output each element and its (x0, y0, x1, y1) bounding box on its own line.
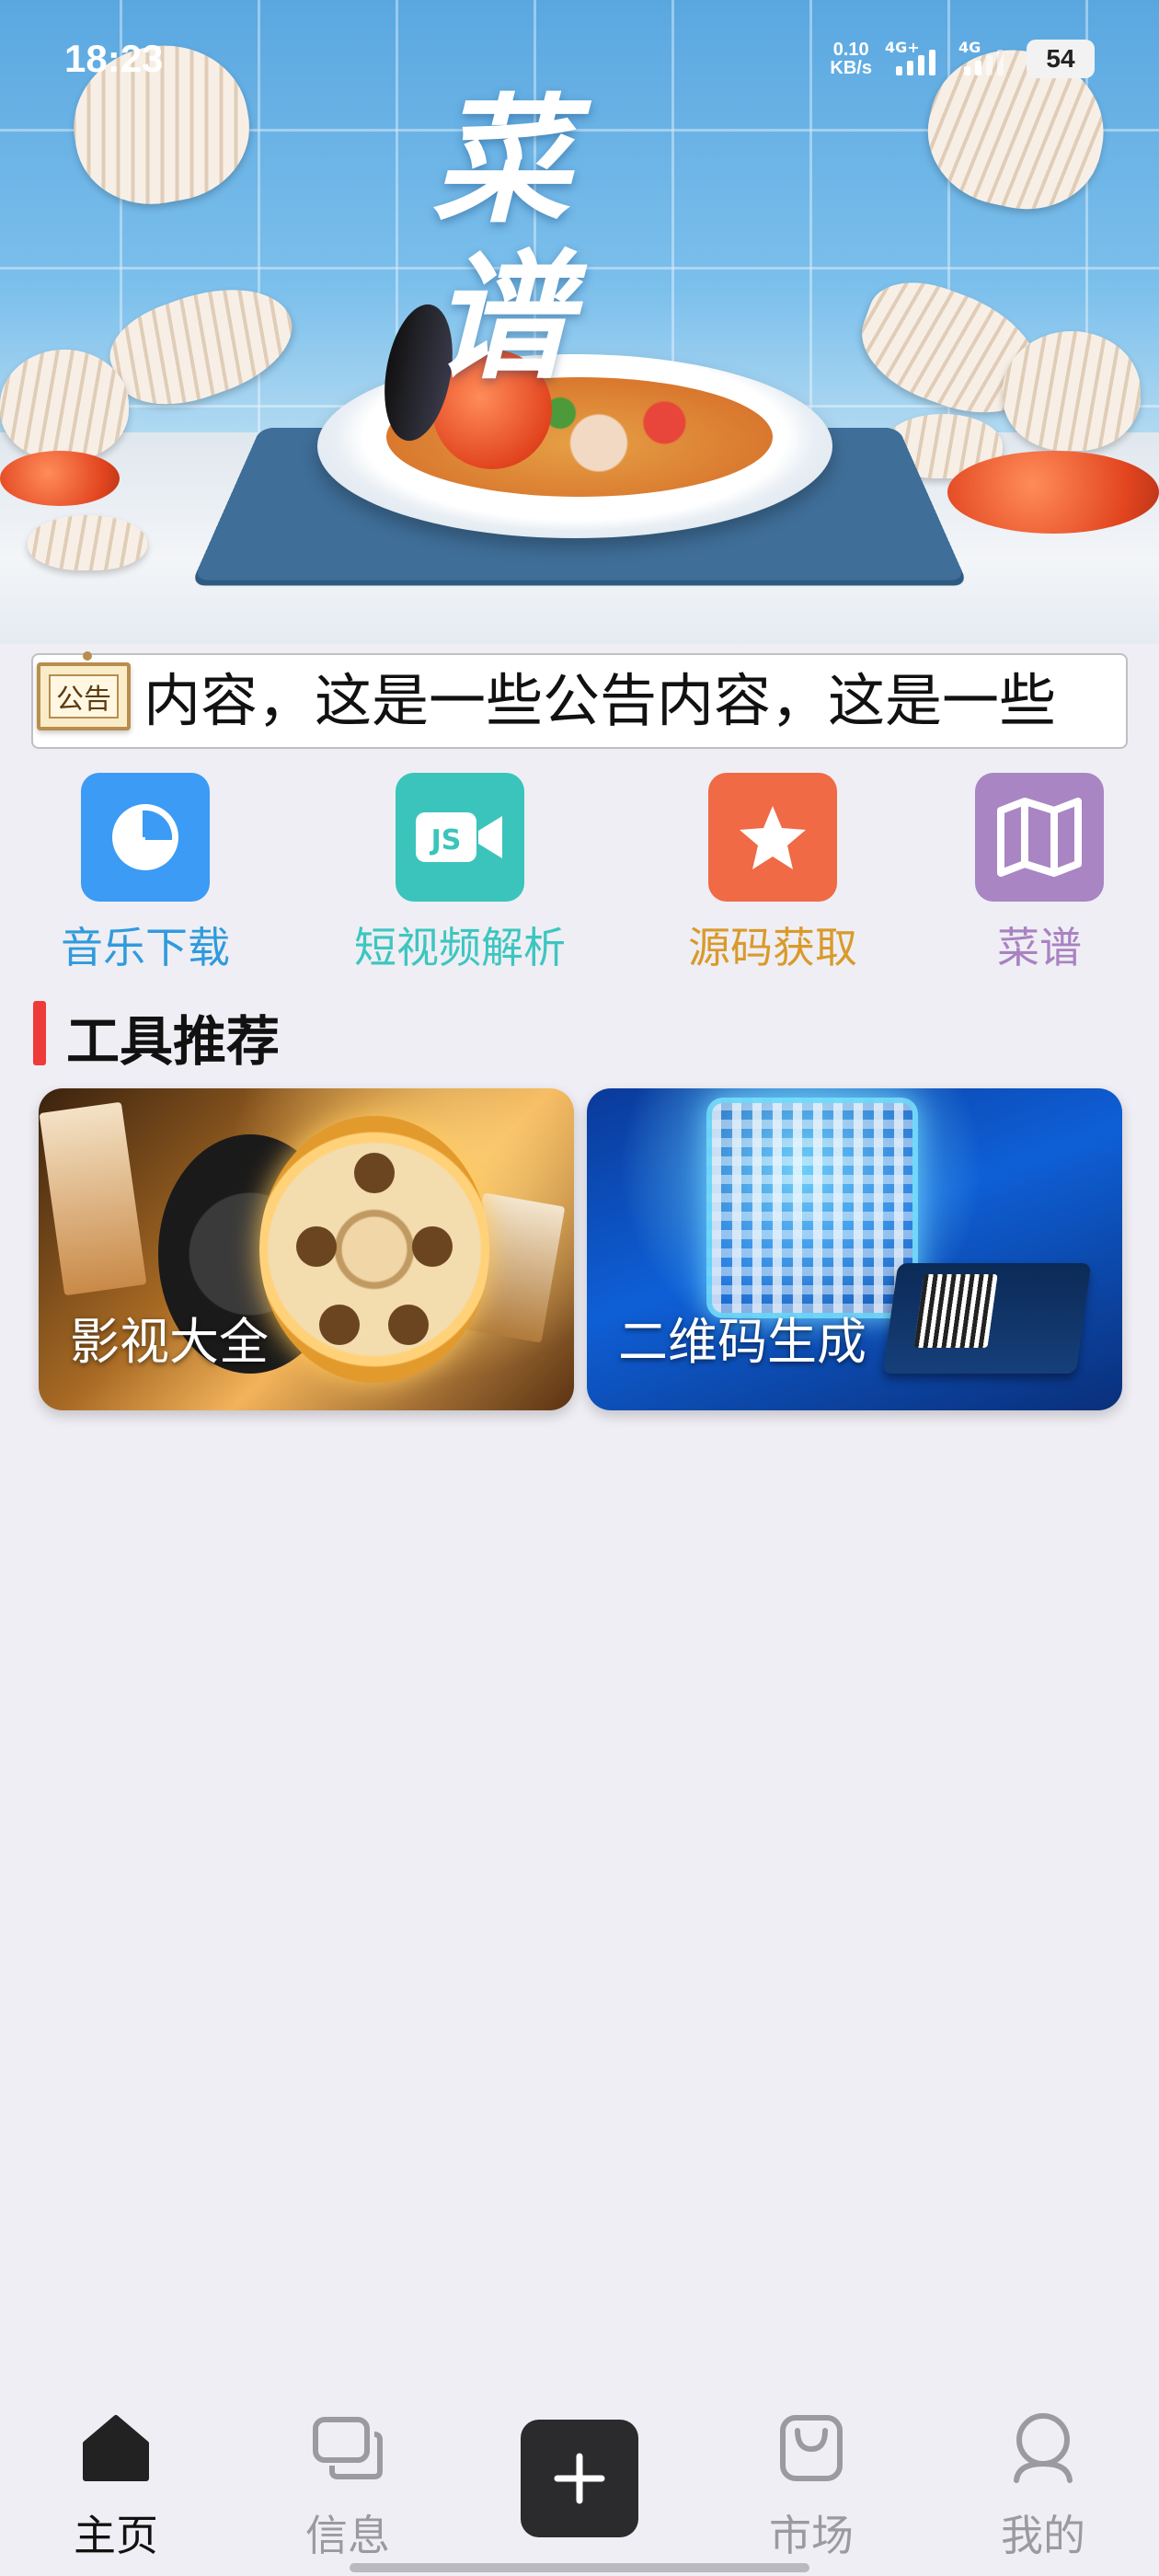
section-accent-bar (33, 1001, 46, 1065)
net-speed: 0.10 KB/s (830, 40, 872, 77)
net-speed-unit: KB/s (830, 58, 872, 78)
hero-banner: 菜谱 18:23 0.10 KB/s 4G+ 4G 54 (0, 0, 1159, 644)
quick-actions: 音乐下载 JS 短视频解析 源码获取 菜谱 (0, 773, 1159, 975)
shrimp-decoration (947, 451, 1159, 534)
add-button[interactable] (521, 2420, 638, 2537)
status-time: 18:23 (64, 37, 164, 80)
plus-icon (554, 2453, 605, 2504)
quick-action-video-parse[interactable]: JS 短视频解析 (340, 773, 580, 975)
notice-marquee[interactable]: 内容，这是一些公告内容，这是一些 (31, 653, 1128, 749)
notice-board-icon: 公告 (37, 651, 131, 730)
signal-tag: 4G (958, 39, 981, 56)
signal-icon: 4G (958, 39, 1014, 75)
nav-item-profile[interactable]: 我的 (970, 2410, 1117, 2563)
section-title: 工具推荐 (66, 1010, 281, 1073)
shell-decoration (28, 515, 147, 570)
map-icon (975, 773, 1104, 902)
reel-hole (354, 1153, 395, 1193)
quick-action-label: 音乐下载 (61, 923, 230, 972)
quick-action-label: 源码获取 (688, 923, 857, 972)
quick-action-recipe[interactable]: 菜谱 (947, 773, 1131, 975)
nav-item-home[interactable]: 主页 (42, 2410, 189, 2563)
hero-title: 菜谱 (432, 80, 590, 398)
nav-label: 市场 (769, 2511, 854, 2560)
reel-hole (388, 1305, 429, 1345)
nav-item-messages[interactable]: 信息 (274, 2410, 421, 2563)
signal-tag: 4G+ (885, 39, 920, 56)
battery-icon: 54 (1027, 40, 1095, 78)
quick-action-label: 短视频解析 (354, 923, 566, 972)
status-icons: 0.10 KB/s 4G+ 4G 54 (830, 35, 1095, 83)
pie-clock-icon (81, 773, 210, 902)
laptop-decoration (882, 1263, 1092, 1374)
tool-card-movies[interactable]: 影视大全 (39, 1088, 574, 1410)
nav-label: 我的 (1001, 2511, 1085, 2560)
user-icon (1014, 2413, 1073, 2483)
js-video-icon: JS (396, 773, 524, 902)
reel-hole (296, 1226, 337, 1267)
tool-card-label: 影视大全 (70, 1313, 269, 1371)
net-speed-value: 0.10 (832, 40, 869, 60)
tool-card-qr-generator[interactable]: 二维码生成 (587, 1088, 1122, 1410)
poster-decoration (39, 1101, 147, 1296)
reel-hole (412, 1226, 453, 1267)
notice-badge-label: 公告 (49, 674, 119, 719)
home-indicator (350, 2563, 809, 2572)
nav-label: 主页 (74, 2511, 158, 2560)
chat-icon (313, 2417, 383, 2479)
svg-text:JS: JS (430, 824, 462, 857)
signal-icon: 4G+ (885, 39, 946, 75)
film-reel (259, 1116, 489, 1383)
star-icon (708, 773, 837, 902)
quick-action-source-code[interactable]: 源码获取 (681, 773, 865, 975)
tool-card-label: 二维码生成 (618, 1313, 866, 1371)
quick-action-label: 菜谱 (997, 923, 1082, 972)
laptop-screen (913, 1274, 998, 1348)
bottom-nav: 主页 信息 市场 我的 (0, 2392, 1159, 2576)
nav-item-market[interactable]: 市场 (738, 2410, 885, 2563)
qr-frame (706, 1098, 918, 1318)
quick-action-music-download[interactable]: 音乐下载 (53, 773, 237, 975)
reel-hole (319, 1305, 360, 1345)
shell-decoration (0, 350, 129, 460)
shell-decoration (1003, 331, 1141, 451)
nav-label: 信息 (305, 2511, 390, 2560)
shrimp-decoration (0, 451, 120, 506)
home-icon (83, 2415, 149, 2481)
shopping-bag-icon (780, 2415, 843, 2481)
notice-text: 内容，这是一些公告内容，这是一些 (143, 667, 1057, 734)
